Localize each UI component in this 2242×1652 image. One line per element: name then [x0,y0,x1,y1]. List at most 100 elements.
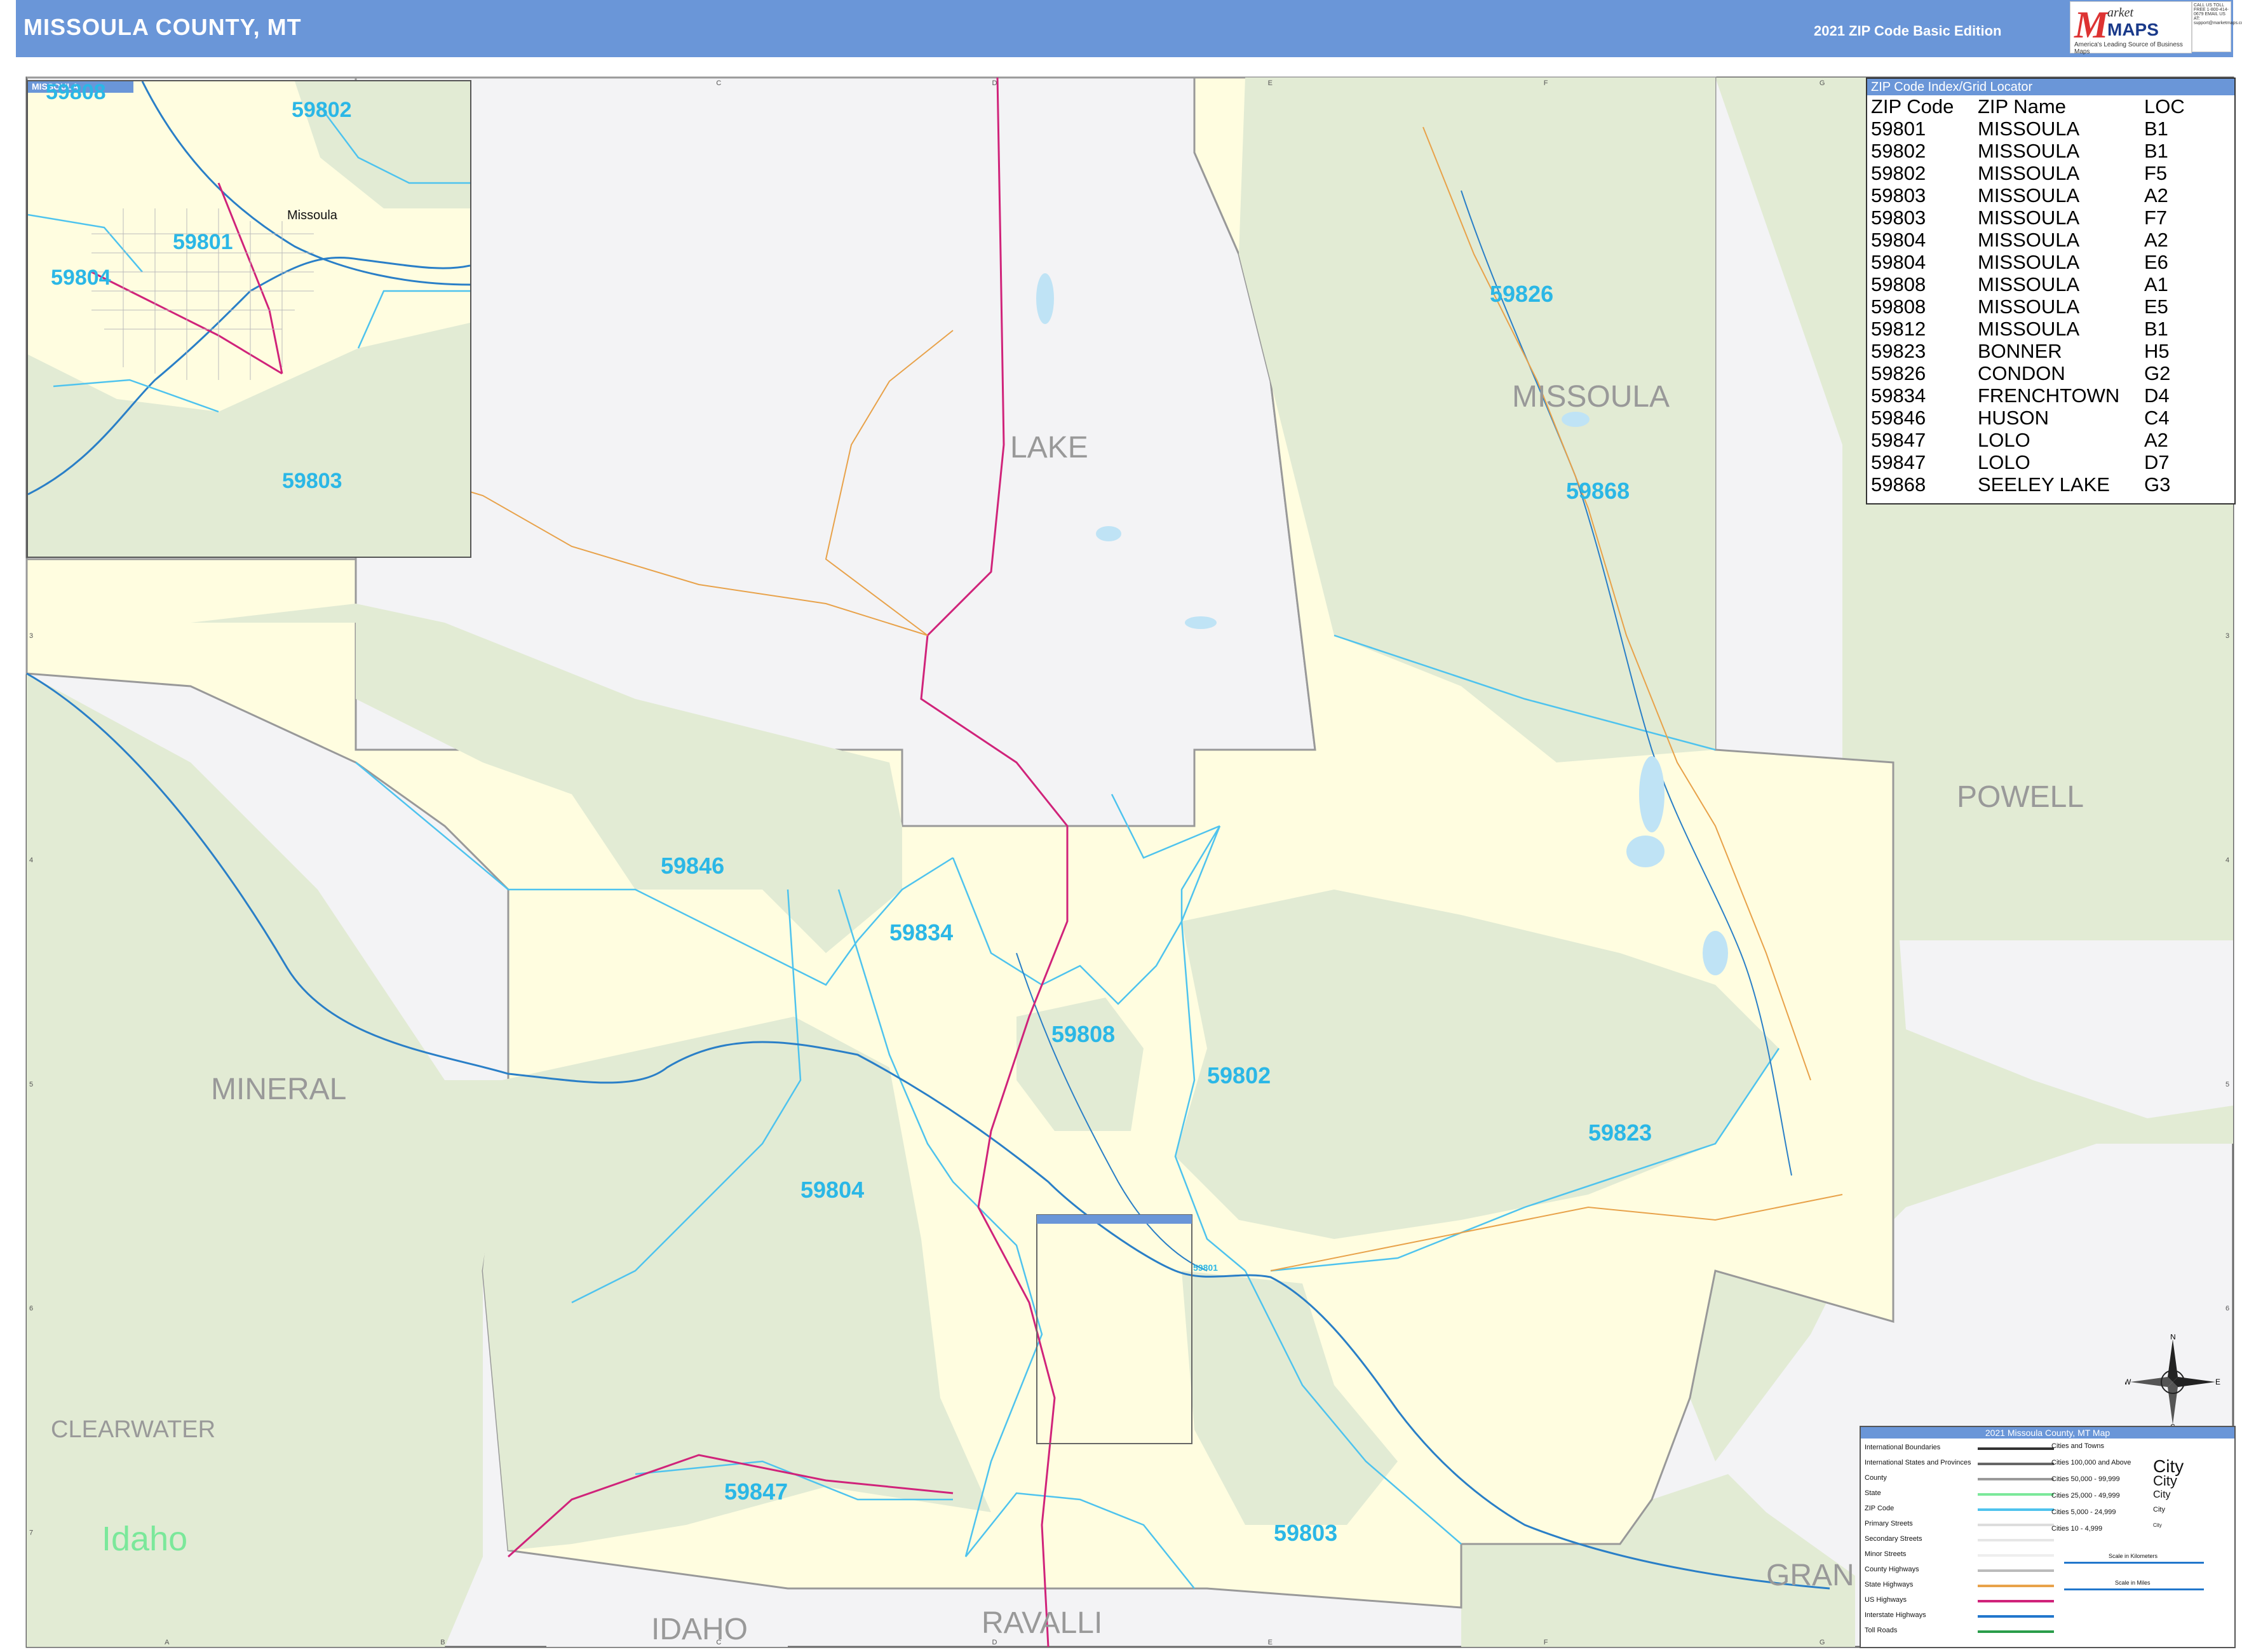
logo-tagline: America's Leading Source of Business Map… [2074,41,2183,55]
zip-index-zip: 59826 [1871,362,1926,384]
zip-index-row: 59804 MISSOULA A2 [1871,229,2191,251]
legend-line-label: State [1865,1489,1881,1497]
zip-index-row: 59803 MISSOULA F7 [1871,207,2191,229]
grid-column-label: F [1544,1639,1548,1646]
legend-line-row: Toll Roads [1865,1624,2054,1639]
zip-label-59808: 59808 [1051,1021,1115,1047]
clearwater-county-label: CLEARWATER [51,1416,215,1443]
compass-n: N [2170,1334,2176,1341]
missoula-county-label: MISSOULA [1512,380,1670,414]
grid-column-label: B [440,1639,445,1646]
zip-index-name: BONNER [1978,340,2062,362]
zip-index-row: 59802 MISSOULA B1 [1871,140,2191,162]
zip-index-header-zip: ZIP Code [1871,95,1954,118]
zip-index-row: 59808 MISSOULA E5 [1871,295,2191,318]
legend-line-swatch [1978,1615,2054,1618]
zip-index-row: 59847 LOLO A2 [1871,429,2191,451]
zip-index-zip: 59834 [1871,384,1926,407]
zip-index-zip: 59804 [1871,251,1926,273]
legend-line-label: State Highways [1865,1581,1914,1588]
zip-index-name: FRENCHTOWN [1978,384,2120,407]
logo-contact-info: CALL US TOLL FREE 1-800-414-0679 EMAIL U… [2192,1,2242,52]
zip-index-name: SEELEY LAKE [1978,473,2110,496]
idaho-county-label: IDAHO [651,1613,748,1646]
zip-index-loc: C4 [2144,407,2170,429]
zip-index-loc: E6 [2144,251,2168,273]
compass-rose: N S E W [2125,1334,2220,1430]
granite-county-label: GRAN [1766,1559,1854,1592]
legend-cities-header-label: Cities and Towns [2051,1442,2104,1450]
zip-index-table: ZIP Code ZIP Name LOC 59801 MISSOULA B1 598… [1871,95,2191,496]
zip-index-row: 59846 HUSON C4 [1871,407,2191,429]
zip-index-zip: 59846 [1871,407,1926,429]
legend-line-label: ZIP Code [1865,1505,1894,1512]
legend-line-row: Primary Streets [1865,1517,2054,1533]
zip-index-zip: 59847 [1871,429,1926,451]
zip-index-row: 59834 FRENCHTOWN D4 [1871,384,2191,407]
zip-index-loc: A2 [2144,429,2168,451]
inset-city-missoula: Missoula [287,208,337,222]
grid-column-label: A [165,1639,170,1646]
zip-index-zip: 59803 [1871,184,1926,207]
zip-index-loc: G3 [2144,473,2171,496]
zip-index-loc: B1 [2144,140,2168,162]
zip-index-name: MISSOULA [1978,118,2080,140]
legend-city-sample: City [2153,1506,2165,1513]
zip-index-name: LOLO [1978,429,2030,451]
legend-line-swatch [1978,1630,2054,1633]
zip-label-59826: 59826 [1490,281,1553,307]
legend-line-swatch [1978,1508,2054,1511]
zip-index-loc: F7 [2144,207,2168,229]
zip-index-name: MISSOULA [1978,162,2080,184]
zip-label-59847: 59847 [724,1479,788,1505]
grid-row-label: 7 [29,1529,33,1537]
legend-line-label: Secondary Streets [1865,1535,1922,1543]
zip-index-zip: 59802 [1871,162,1926,184]
legend-line-label: Toll Roads [1865,1627,1898,1634]
legend-line-swatch [1978,1524,2054,1526]
inset-zip-59801: 59801 [173,230,233,254]
zip-index-row: 59826 CONDON G2 [1871,362,2191,384]
legend-line-label: US Highways [1865,1596,1907,1604]
lake-county-label: LAKE [1010,431,1088,464]
map-legend: 2021 Missoula County, MT Map Internation… [1860,1426,2236,1648]
grid-column-label: D [992,1639,997,1646]
legend-line-swatch [1978,1493,2054,1496]
zip-label-59801: 59801 [1193,1263,1218,1273]
grid-column-label: F [1544,79,1548,87]
grid-column-label: G [1820,1639,1825,1646]
legend-scale-km-bar [2064,1562,2204,1564]
legend-line-row: ZIP Code [1865,1502,2054,1517]
inset-drawing [28,81,470,557]
zip-index-loc: A2 [2144,229,2168,251]
zip-index-row: 59804 MISSOULA E6 [1871,251,2191,273]
zip-index-zip: 59868 [1871,473,1926,496]
grid-row-label: 5 [29,1081,33,1088]
market-maps-logo: M arket MAPS America's Leading Source of… [2070,1,2192,55]
zip-index-zip: 59823 [1871,340,1926,362]
legend-city-label: Cities 10 - 4,999 [2051,1525,2103,1533]
zip-index-row: 59801 MISSOULA B1 [1871,118,2191,140]
legend-city-label: Cities 50,000 - 99,999 [2051,1475,2120,1483]
ravalli-county-label: RAVALLI [982,1606,1102,1640]
legend-line-swatch [1978,1539,2054,1541]
inset-zip-59808: 59808 [46,80,106,104]
edition-label: 2021 ZIP Code Basic Edition [1814,23,2002,39]
zip-index-loc: H5 [2144,340,2170,362]
legend-city-label: Cities 100,000 and Above [2051,1459,2131,1466]
zip-index-row: 59847 LOLO D7 [1871,451,2191,473]
legend-line-row: Interstate Highways [1865,1609,2054,1624]
zip-index-row: 59823 BONNER H5 [1871,340,2191,362]
grid-column-label: G [1820,79,1825,87]
legend-line-swatch [1978,1600,2054,1602]
legend-line-row: State [1865,1487,2054,1502]
zip-index-name: MISSOULA [1978,295,2080,318]
zip-index-name: LOLO [1978,451,2030,473]
zip-index-name: MISSOULA [1978,140,2080,162]
idaho-state-label: Idaho [102,1520,187,1558]
zip-index-header-row: ZIP Code ZIP Name LOC [1871,95,2191,118]
zip-index-title: ZIP Code Index/Grid Locator [1867,79,2234,95]
compass-w: W [2125,1378,2131,1386]
missoula-inset-map[interactable]: MISSOULA 59808 59802 59801 59804 59803 M… [27,80,471,558]
legend-line-label: International Boundaries [1865,1444,1941,1451]
